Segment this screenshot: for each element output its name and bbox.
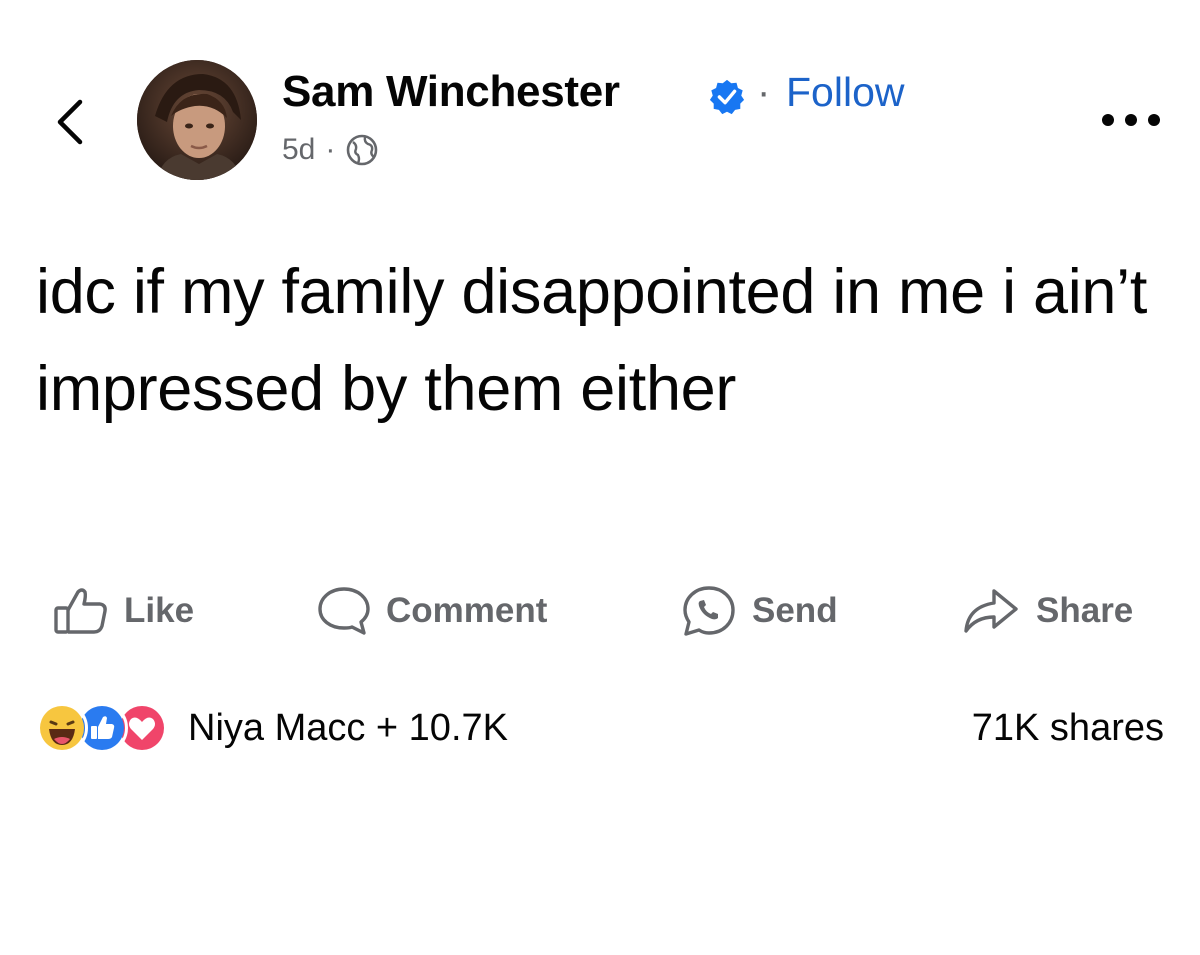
- header-separator: ·: [757, 70, 771, 114]
- author-name[interactable]: Sam Winchester: [282, 66, 620, 118]
- shares-count[interactable]: 71K shares: [972, 700, 1164, 756]
- more-dots-icon[interactable]: [1100, 108, 1162, 132]
- reaction-summary[interactable]: Niya Macc + 10.7K: [188, 700, 508, 756]
- reaction-icons[interactable]: [36, 700, 168, 756]
- globe-icon: [347, 134, 378, 166]
- avatar[interactable]: [137, 60, 257, 180]
- post-text: idc if my family disappointed in me i ai…: [36, 257, 1148, 424]
- avatar-photo: [137, 60, 257, 180]
- comment-label: Comment: [386, 591, 548, 630]
- share-label: Share: [1036, 591, 1134, 630]
- like-button[interactable]: Like: [52, 583, 194, 639]
- verified-badge-icon: [709, 79, 745, 115]
- comment-icon: [318, 587, 370, 635]
- share-button[interactable]: Share: [958, 583, 1133, 639]
- haha-icon: [36, 702, 88, 754]
- post-meta: 5d ·: [282, 130, 379, 170]
- meta-separator: ·: [325, 133, 336, 166]
- send-button[interactable]: Send: [680, 583, 838, 639]
- comment-button[interactable]: Comment: [316, 583, 547, 639]
- like-label: Like: [124, 591, 195, 630]
- send-label: Send: [752, 591, 838, 630]
- follow-button[interactable]: Follow: [786, 66, 904, 118]
- whatsapp-icon: [683, 586, 735, 636]
- thumbs-up-icon: [54, 588, 107, 634]
- back-chevron-icon[interactable]: [52, 96, 88, 148]
- share-arrow-icon: [964, 589, 1018, 633]
- post-time[interactable]: 5d: [282, 130, 315, 170]
